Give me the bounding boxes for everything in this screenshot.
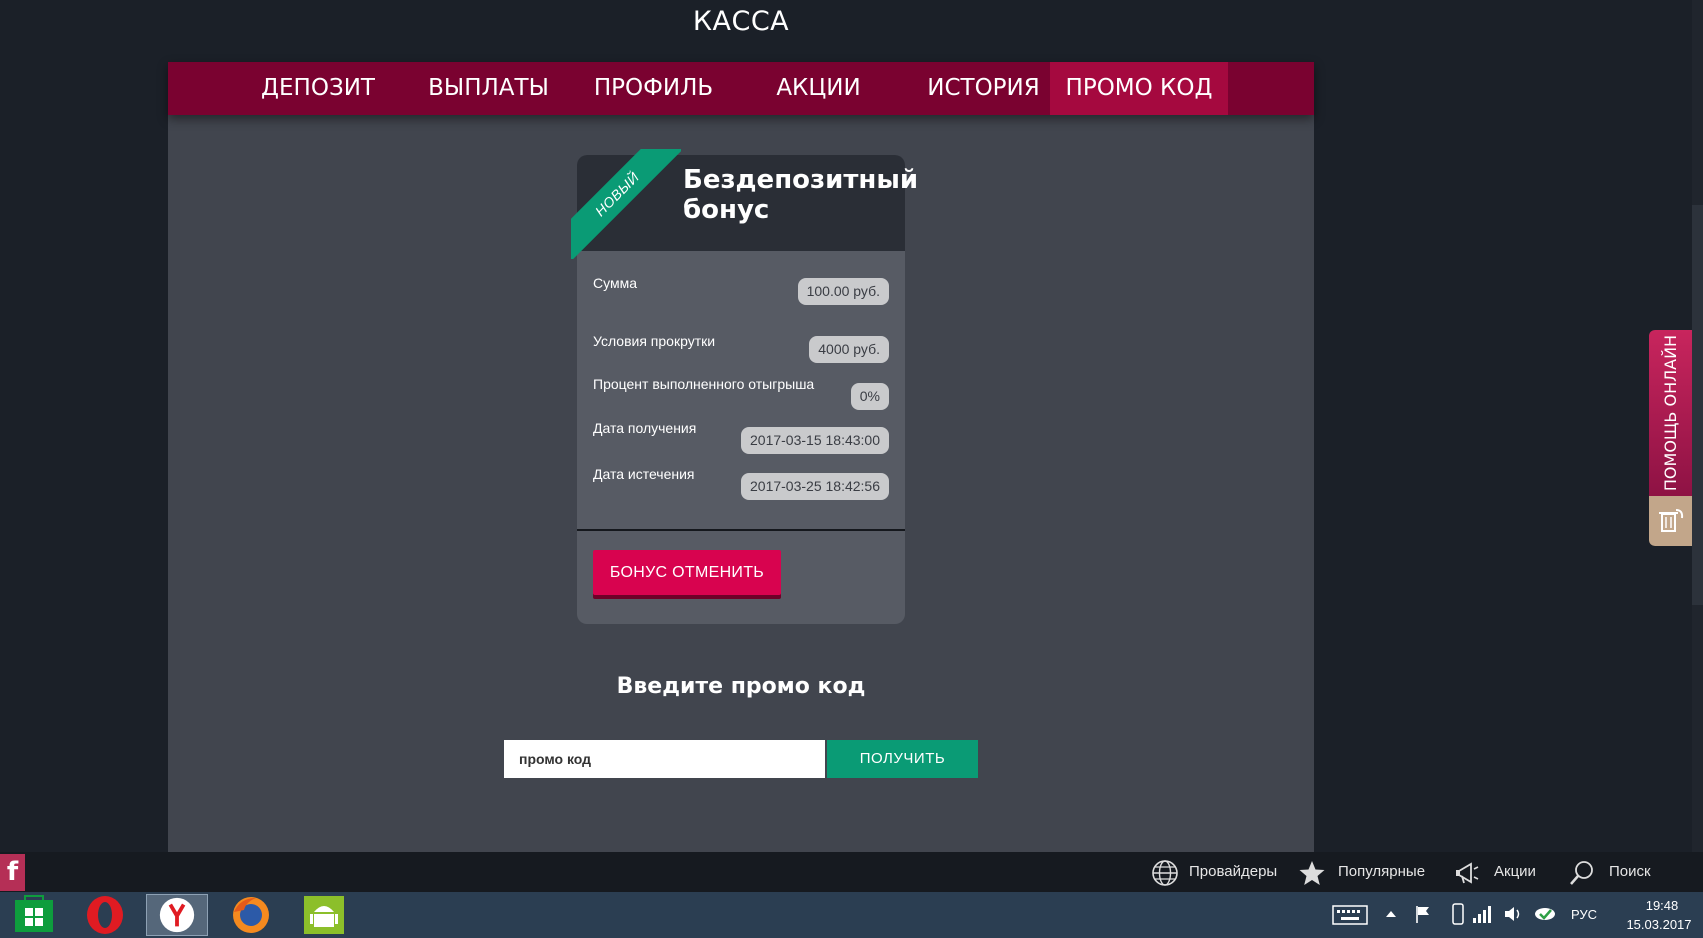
card-divider: [577, 529, 905, 531]
search-icon[interactable]: [1568, 859, 1596, 887]
get-promo-button[interactable]: ПОЛУЧИТЬ: [827, 740, 978, 778]
signal-icon[interactable]: [1472, 904, 1492, 924]
volume-icon[interactable]: [1503, 904, 1525, 924]
sync-icon[interactable]: [1533, 903, 1557, 925]
windows-taskbar: РУС 19:48 15.03.2017: [0, 892, 1703, 938]
cashier-nav: ДЕПОЗИТ ВЫПЛАТЫ ПРОФИЛЬ АКЦИИ ИСТОРИЯ ПР…: [168, 62, 1314, 115]
bonus-title: Бездепозитный бонус: [683, 165, 919, 225]
clock-time[interactable]: 19:48: [1637, 898, 1687, 913]
android-icon[interactable]: [293, 894, 355, 936]
amount-label: Сумма: [593, 275, 637, 291]
promo-code-input[interactable]: [504, 740, 825, 778]
facebook-icon[interactable]: f: [0, 854, 25, 891]
clock-date[interactable]: 15.03.2017: [1619, 917, 1699, 932]
trash-icon: [1659, 509, 1684, 532]
online-help-label: ПОМОЩЬ ОНЛАЙН: [1661, 334, 1680, 492]
cashier-panel: ДЕПОЗИТ ВЫПЛАТЫ ПРОФИЛЬ АКЦИИ ИСТОРИЯ ПР…: [168, 62, 1314, 852]
yandex-icon[interactable]: [146, 894, 208, 936]
globe-icon[interactable]: [1151, 859, 1179, 887]
phone-icon[interactable]: [1452, 903, 1464, 925]
tab-profile[interactable]: ПРОФИЛЬ: [571, 62, 736, 115]
scrollbar-thumb[interactable]: [1692, 205, 1703, 605]
cancel-bonus-button[interactable]: БОНУС ОТМЕНИТЬ: [593, 550, 781, 595]
received-date-label: Дата получения: [593, 420, 697, 436]
chevron-up-icon[interactable]: [1385, 908, 1397, 920]
page-title: КАССА: [692, 6, 790, 37]
expiry-date-value: 2017-03-25 18:42:56: [741, 473, 889, 500]
firefox-icon[interactable]: [220, 894, 282, 936]
language-indicator[interactable]: РУС: [1571, 907, 1597, 922]
popular-link[interactable]: Популярные: [1338, 852, 1425, 892]
tab-history[interactable]: ИСТОРИЯ: [901, 62, 1066, 115]
promo-title: Введите промо код: [616, 674, 866, 699]
promotions-link[interactable]: Акции: [1494, 852, 1536, 892]
amount-value: 100.00 руб.: [797, 278, 889, 305]
new-ribbon: НОВЫЙ: [571, 149, 681, 259]
wager-label: Условия прокрутки: [593, 333, 716, 349]
tab-promotions[interactable]: АКЦИИ: [736, 62, 901, 115]
keyboard-icon[interactable]: [1332, 905, 1368, 925]
megaphone-icon[interactable]: [1453, 859, 1481, 887]
wager-value: 4000 руб.: [809, 336, 889, 363]
progress-label: Процент выполненного отыгрыша: [593, 376, 815, 392]
expiry-date-label: Дата истечения: [593, 466, 695, 482]
star-icon[interactable]: [1298, 859, 1326, 887]
tab-promo-code[interactable]: ПРОМО КОД: [1050, 62, 1228, 115]
new-ribbon-label: НОВЫЙ: [571, 149, 681, 259]
search-link[interactable]: Поиск: [1609, 852, 1651, 892]
bonus-card: Бездепозитный бонус НОВЫЙ Сумма 100.00 р…: [571, 149, 919, 624]
tab-deposit[interactable]: ДЕПОЗИТ: [230, 62, 406, 115]
bottom-bar: f Провайдеры Популярные Акции Поиск: [0, 852, 1703, 892]
store-icon[interactable]: [3, 894, 65, 936]
received-date-value: 2017-03-15 18:43:00: [741, 427, 889, 454]
opera-icon[interactable]: [74, 894, 136, 936]
chat-tab[interactable]: [1649, 496, 1692, 546]
providers-link[interactable]: Провайдеры: [1189, 852, 1277, 892]
progress-value: 0%: [850, 383, 889, 410]
flag-icon[interactable]: [1414, 904, 1432, 924]
online-help-tab[interactable]: ПОМОЩЬ ОНЛАЙН: [1649, 330, 1692, 496]
tab-withdrawals[interactable]: ВЫПЛАТЫ: [406, 62, 571, 115]
